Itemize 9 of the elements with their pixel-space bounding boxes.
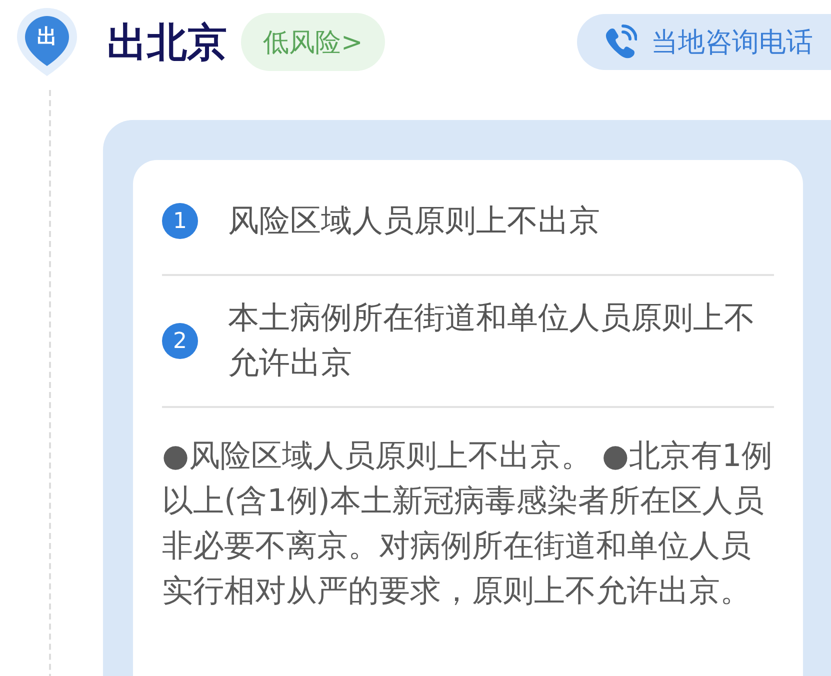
details-text: ●风险区域人员原则上不出京。 ●北京有1例以上(含1例)本土新冠病毒感染者所在区人员非必要不离京。对病例所在街道和单位人员实行相对从严的要求，原则上不允许出京。: [162, 437, 774, 611]
pin-label: 出: [36, 24, 58, 48]
rule-text: 风险区域人员原则上不出京: [228, 202, 600, 240]
local-hotline-button[interactable]: 当地咨询电话: [577, 14, 831, 70]
page-title: 出北京: [107, 18, 227, 68]
step-number: 2: [162, 323, 198, 359]
rule-text: 本土病例所在街道和单位人员原则上不允许出京: [228, 299, 756, 383]
risk-level-badge[interactable]: 低风险>: [241, 13, 385, 71]
step-number: 1: [162, 203, 198, 239]
